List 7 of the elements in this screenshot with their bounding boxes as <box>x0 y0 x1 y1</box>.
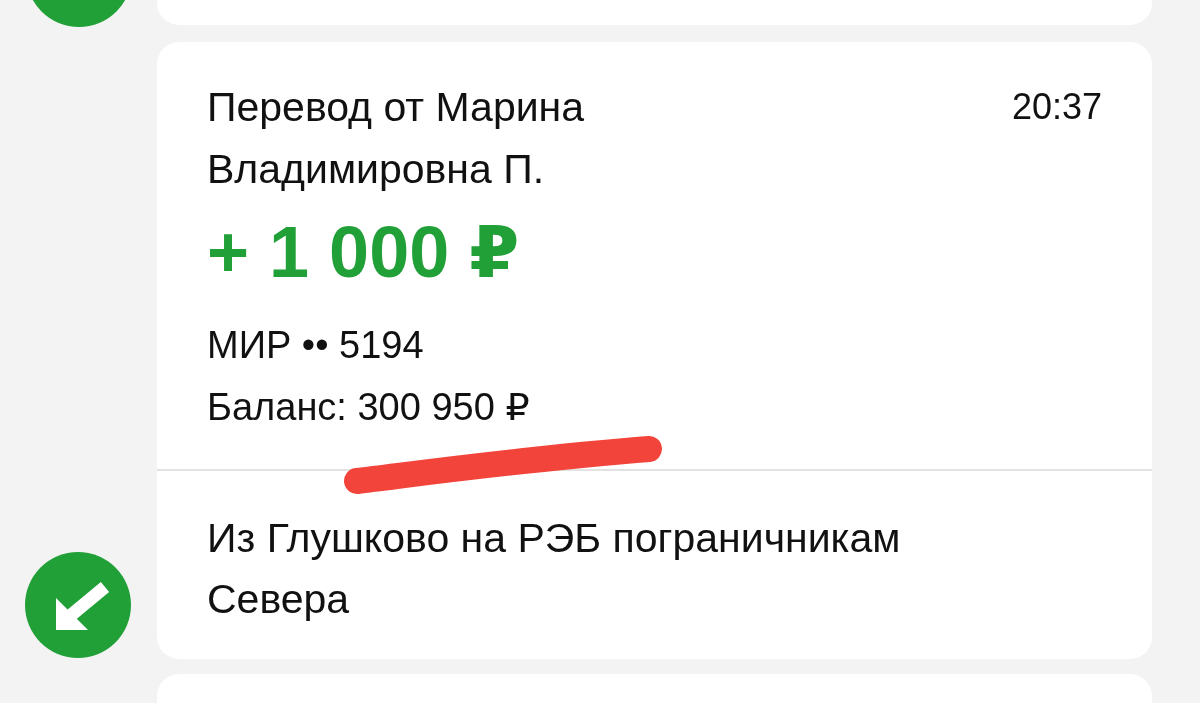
card-number: МИР •• 5194 <box>207 323 424 368</box>
operation-title: Перевод от Марина Владимировна П. <box>207 83 586 194</box>
transfer-message: Из Глушково на РЭБ пограничникам Севера <box>207 514 902 624</box>
balance: Баланс: 300 950 ₽ <box>207 385 530 430</box>
operation-card[interactable]: Перевод от Марина Владимировна П. 20:37 + 1 000 ₽ МИР •• 5194 Баланс: 300 950 ₽ Из Глушково на РЭБ пограничникам Севера <box>157 42 1152 659</box>
operation-time: 20:37 <box>1011 85 1102 129</box>
amount: + 1 000 ₽ <box>207 212 520 292</box>
